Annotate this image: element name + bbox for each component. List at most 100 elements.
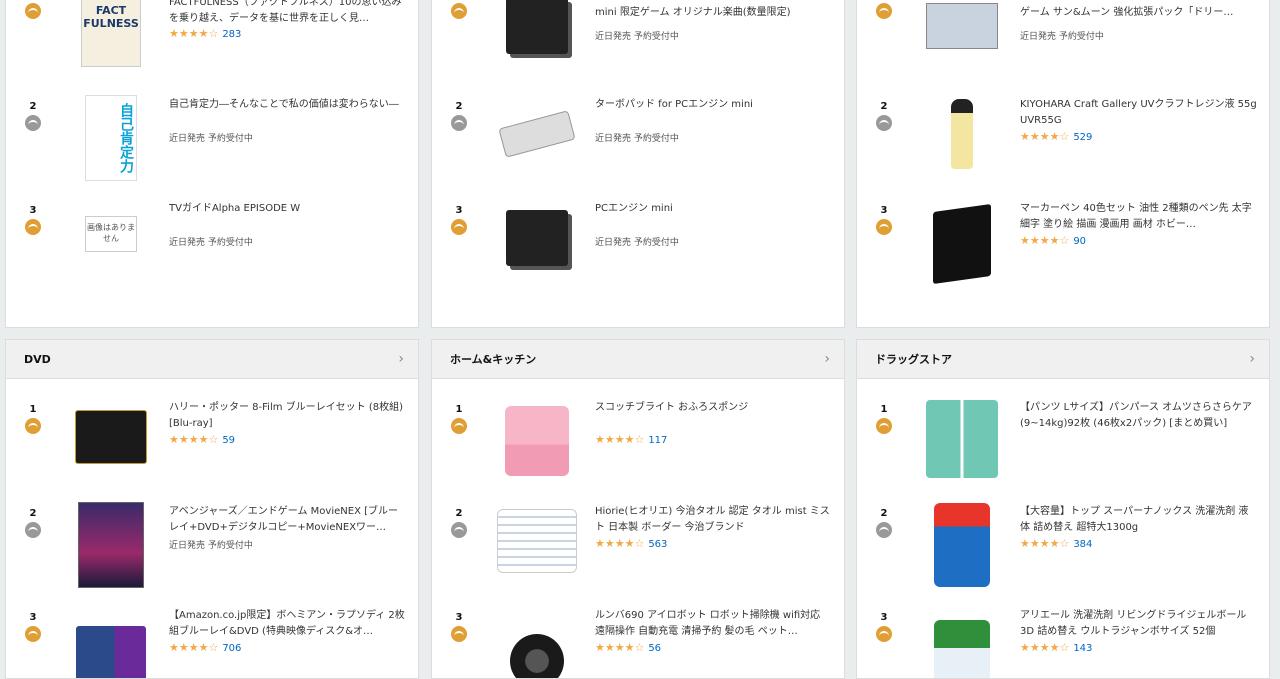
product-title[interactable]: 自己肯定力―そんなことで私の価値は変わらない― [169, 97, 406, 113]
list-item[interactable]: 【ライバル】デュエル・マスターズ ポケモンカードゲーム サン&ムーン 強化拡張パ… [857, 0, 1269, 89]
product-image[interactable] [919, 0, 1005, 69]
gold-medal-icon [876, 418, 892, 434]
list-item[interactable]: 2 Hiorie(ヒオリエ) 今治タオル 認定 タオル mist ミスト 日本製… [432, 504, 844, 604]
product-image[interactable] [919, 502, 1005, 588]
rank-badge: 3 [23, 612, 43, 642]
review-count[interactable]: 143 [1073, 643, 1092, 654]
review-count[interactable]: 563 [648, 539, 667, 550]
product-image[interactable] [494, 0, 580, 69]
list-item[interactable]: 3 PCエンジン mini 近日発売 予約受付中 [432, 201, 844, 301]
list-item[interactable]: 2 アベンジャーズ／エンドゲーム MovieNEX [ブルーレイ+DVD+デジタ… [6, 502, 418, 604]
top-card-games: 【アマゾン限定】PCエンジン mini + PCエンジン mini 限定ゲーム … [431, 0, 845, 328]
marker-case-icon [933, 203, 991, 285]
product-image[interactable] [919, 396, 1005, 482]
product-image[interactable] [919, 201, 1005, 287]
top-card-books: FACT FULNESS FACTFULNESS（ファクトフルネス）10の思い込… [5, 0, 419, 328]
release-status: 近日発売 予約受付中 [595, 238, 679, 248]
product-image[interactable] [919, 91, 1005, 177]
review-count[interactable]: 90 [1073, 236, 1086, 247]
list-item[interactable]: 2 自己肯定力 自己肯定力―そんなことで私の価値は変わらない― 近日発売 予約受… [6, 95, 418, 197]
product-image[interactable]: 画像はありません [68, 191, 154, 277]
product-image[interactable] [494, 498, 580, 584]
list-item[interactable]: 1 スコッチブライト おふろスポンジ ★★★★☆ 117 [432, 400, 844, 500]
chevron-right-icon[interactable]: › [824, 351, 830, 367]
star-rating-icon: ★★★★☆ [595, 537, 645, 550]
chevron-right-icon[interactable]: › [398, 351, 404, 367]
category-header[interactable]: DVD › [6, 340, 418, 379]
product-title[interactable]: ターボパッド for PCエンジン mini [595, 97, 832, 113]
product-title[interactable]: 【Amazon.co.jp限定】ボヘミアン・ラプソディ 2枚組ブルーレイ&DVD… [169, 608, 406, 640]
list-item[interactable]: 【アマゾン限定】PCエンジン mini + PCエンジン mini 限定ゲーム … [432, 0, 844, 89]
product-title[interactable]: FACTFULNESS（ファクトフルネス）10の思い込みを乗り越え、データを基に… [169, 0, 406, 27]
star-rating-icon: ★★★★☆ [169, 27, 219, 40]
category-header[interactable]: ドラッグストア › [857, 340, 1269, 379]
rank-badge: 2 [874, 508, 894, 538]
product-rating: ★★★★☆ 529 [1020, 130, 1092, 143]
product-image[interactable] [494, 398, 580, 484]
product-image[interactable] [919, 612, 1005, 678]
list-item[interactable]: 2 ターボパッド for PCエンジン mini 近日発売 予約受付中 [432, 97, 844, 197]
product-title[interactable]: 【パンツ Lサイズ】パンパース オムツさらさらケア (9~14kg)92枚 (4… [1020, 400, 1257, 432]
product-title[interactable]: 【ライバル】デュエル・マスターズ ポケモンカードゲーム サン&ムーン 強化拡張パ… [1020, 0, 1257, 21]
diaper-pack-icon [926, 400, 998, 478]
product-title[interactable]: 【アマゾン限定】PCエンジン mini + PCエンジン mini 限定ゲーム … [595, 0, 832, 21]
product-title[interactable]: マーカーペン 40色セット 油性 2種類のペン先 太字 細字 塗り絵 描画 漫画… [1020, 201, 1257, 233]
review-count[interactable]: 384 [1073, 539, 1092, 550]
review-count[interactable]: 283 [222, 29, 241, 40]
star-rating-icon: ★★★★☆ [169, 433, 219, 446]
product-title[interactable]: スコッチブライト おふろスポンジ [595, 400, 832, 416]
list-item[interactable]: 1 ハリー・ポッター 8-Film ブルーレイセット (8枚組) [Blu-ra… [6, 400, 418, 500]
list-item[interactable]: 2 KIYOHARA Craft Gallery UVクラフトレジン液 55g … [857, 97, 1269, 197]
list-item[interactable]: FACT FULNESS FACTFULNESS（ファクトフルネス）10の思い込… [6, 0, 418, 89]
category-header[interactable]: ホーム&キッチン › [432, 340, 844, 379]
product-title[interactable]: ハリー・ポッター 8-Film ブルーレイセット (8枚組) [Blu-ray] [169, 400, 406, 432]
rank-number: 2 [880, 508, 888, 519]
chevron-right-icon[interactable]: › [1249, 351, 1255, 367]
product-title[interactable]: PCエンジン mini [595, 201, 832, 217]
product-title[interactable]: アベンジャーズ／エンドゲーム MovieNEX [ブルーレイ+DVD+デジタルコ… [169, 504, 406, 536]
list-item[interactable]: 3 【Amazon.co.jp限定】ボヘミアン・ラプソディ 2枚組ブルーレイ&D… [6, 608, 418, 678]
silver-medal-icon [451, 115, 467, 131]
product-image[interactable] [494, 195, 580, 281]
product-title[interactable]: KIYOHARA Craft Gallery UVクラフトレジン液 55g UV… [1020, 97, 1257, 129]
gelball-pack-icon [934, 620, 990, 678]
rank-badge: 3 [23, 205, 43, 235]
review-count[interactable]: 706 [222, 643, 241, 654]
product-image[interactable] [68, 502, 154, 588]
star-rating-icon: ★★★★☆ [1020, 130, 1070, 143]
product-title[interactable]: アリエール 洗濯洗剤 リビングドライジェルボール3D 詰め替え ウルトラジャンボ… [1020, 608, 1257, 640]
product-image[interactable] [68, 394, 154, 480]
product-image[interactable]: FACT FULNESS [68, 0, 154, 69]
product-image[interactable]: 自己肯定力 [68, 95, 154, 181]
product-title[interactable]: ルンバ690 アイロボット ロボット掃除機 wifi対応 遠隔操作 自動充電 清… [595, 608, 832, 640]
product-image[interactable] [494, 91, 580, 177]
rank-badge: 3 [449, 612, 469, 642]
rank-badge: 1 [23, 404, 43, 434]
rank-badge: 2 [23, 508, 43, 538]
list-item[interactable]: 1 【パンツ Lサイズ】パンパース オムツさらさらケア (9~14kg)92枚 … [857, 400, 1269, 500]
list-item[interactable]: 3 ルンバ690 アイロボット ロボット掃除機 wifi対応 遠隔操作 自動充電… [432, 608, 844, 678]
list-item[interactable]: 3 マーカーペン 40色セット 油性 2種類のペン先 太字 細字 塗り絵 描画 … [857, 201, 1269, 301]
review-count[interactable]: 59 [222, 435, 235, 446]
list-item[interactable]: 3 アリエール 洗濯洗剤 リビングドライジェルボール3D 詰め替え ウルトラジャ… [857, 608, 1269, 678]
product-rating: ★★★★☆ 56 [595, 641, 661, 654]
product-title[interactable]: TVガイドAlpha EPISODE W [169, 201, 406, 217]
product-title[interactable]: Hiorie(ヒオリエ) 今治タオル 認定 タオル mist ミスト 日本製 ボ… [595, 504, 832, 536]
rank-number: 1 [455, 404, 463, 415]
rank-number: 2 [29, 101, 37, 112]
review-count[interactable]: 529 [1073, 132, 1092, 143]
rank-number: 3 [29, 205, 37, 216]
product-image[interactable] [68, 612, 154, 678]
silver-medal-icon [876, 522, 892, 538]
no-image-icon: 画像はありません [85, 216, 137, 252]
bronze-medal-icon [25, 219, 41, 235]
rank-badge: 2 [449, 101, 469, 131]
release-status: 近日発売 予約受付中 [169, 134, 253, 144]
list-item[interactable]: 2 【大容量】トップ スーパーナノックス 洗濯洗剤 液体 詰め替え 超特大130… [857, 502, 1269, 604]
review-count[interactable]: 56 [648, 643, 661, 654]
product-title[interactable]: 【大容量】トップ スーパーナノックス 洗濯洗剤 液体 詰め替え 超特大1300g [1020, 504, 1257, 536]
rank-badge: 1 [874, 404, 894, 434]
review-count[interactable]: 117 [648, 435, 667, 446]
gamepad-icon [498, 110, 576, 158]
list-item[interactable]: 3 画像はありません TVガイドAlpha EPISODE W 近日発売 予約受… [6, 201, 418, 301]
